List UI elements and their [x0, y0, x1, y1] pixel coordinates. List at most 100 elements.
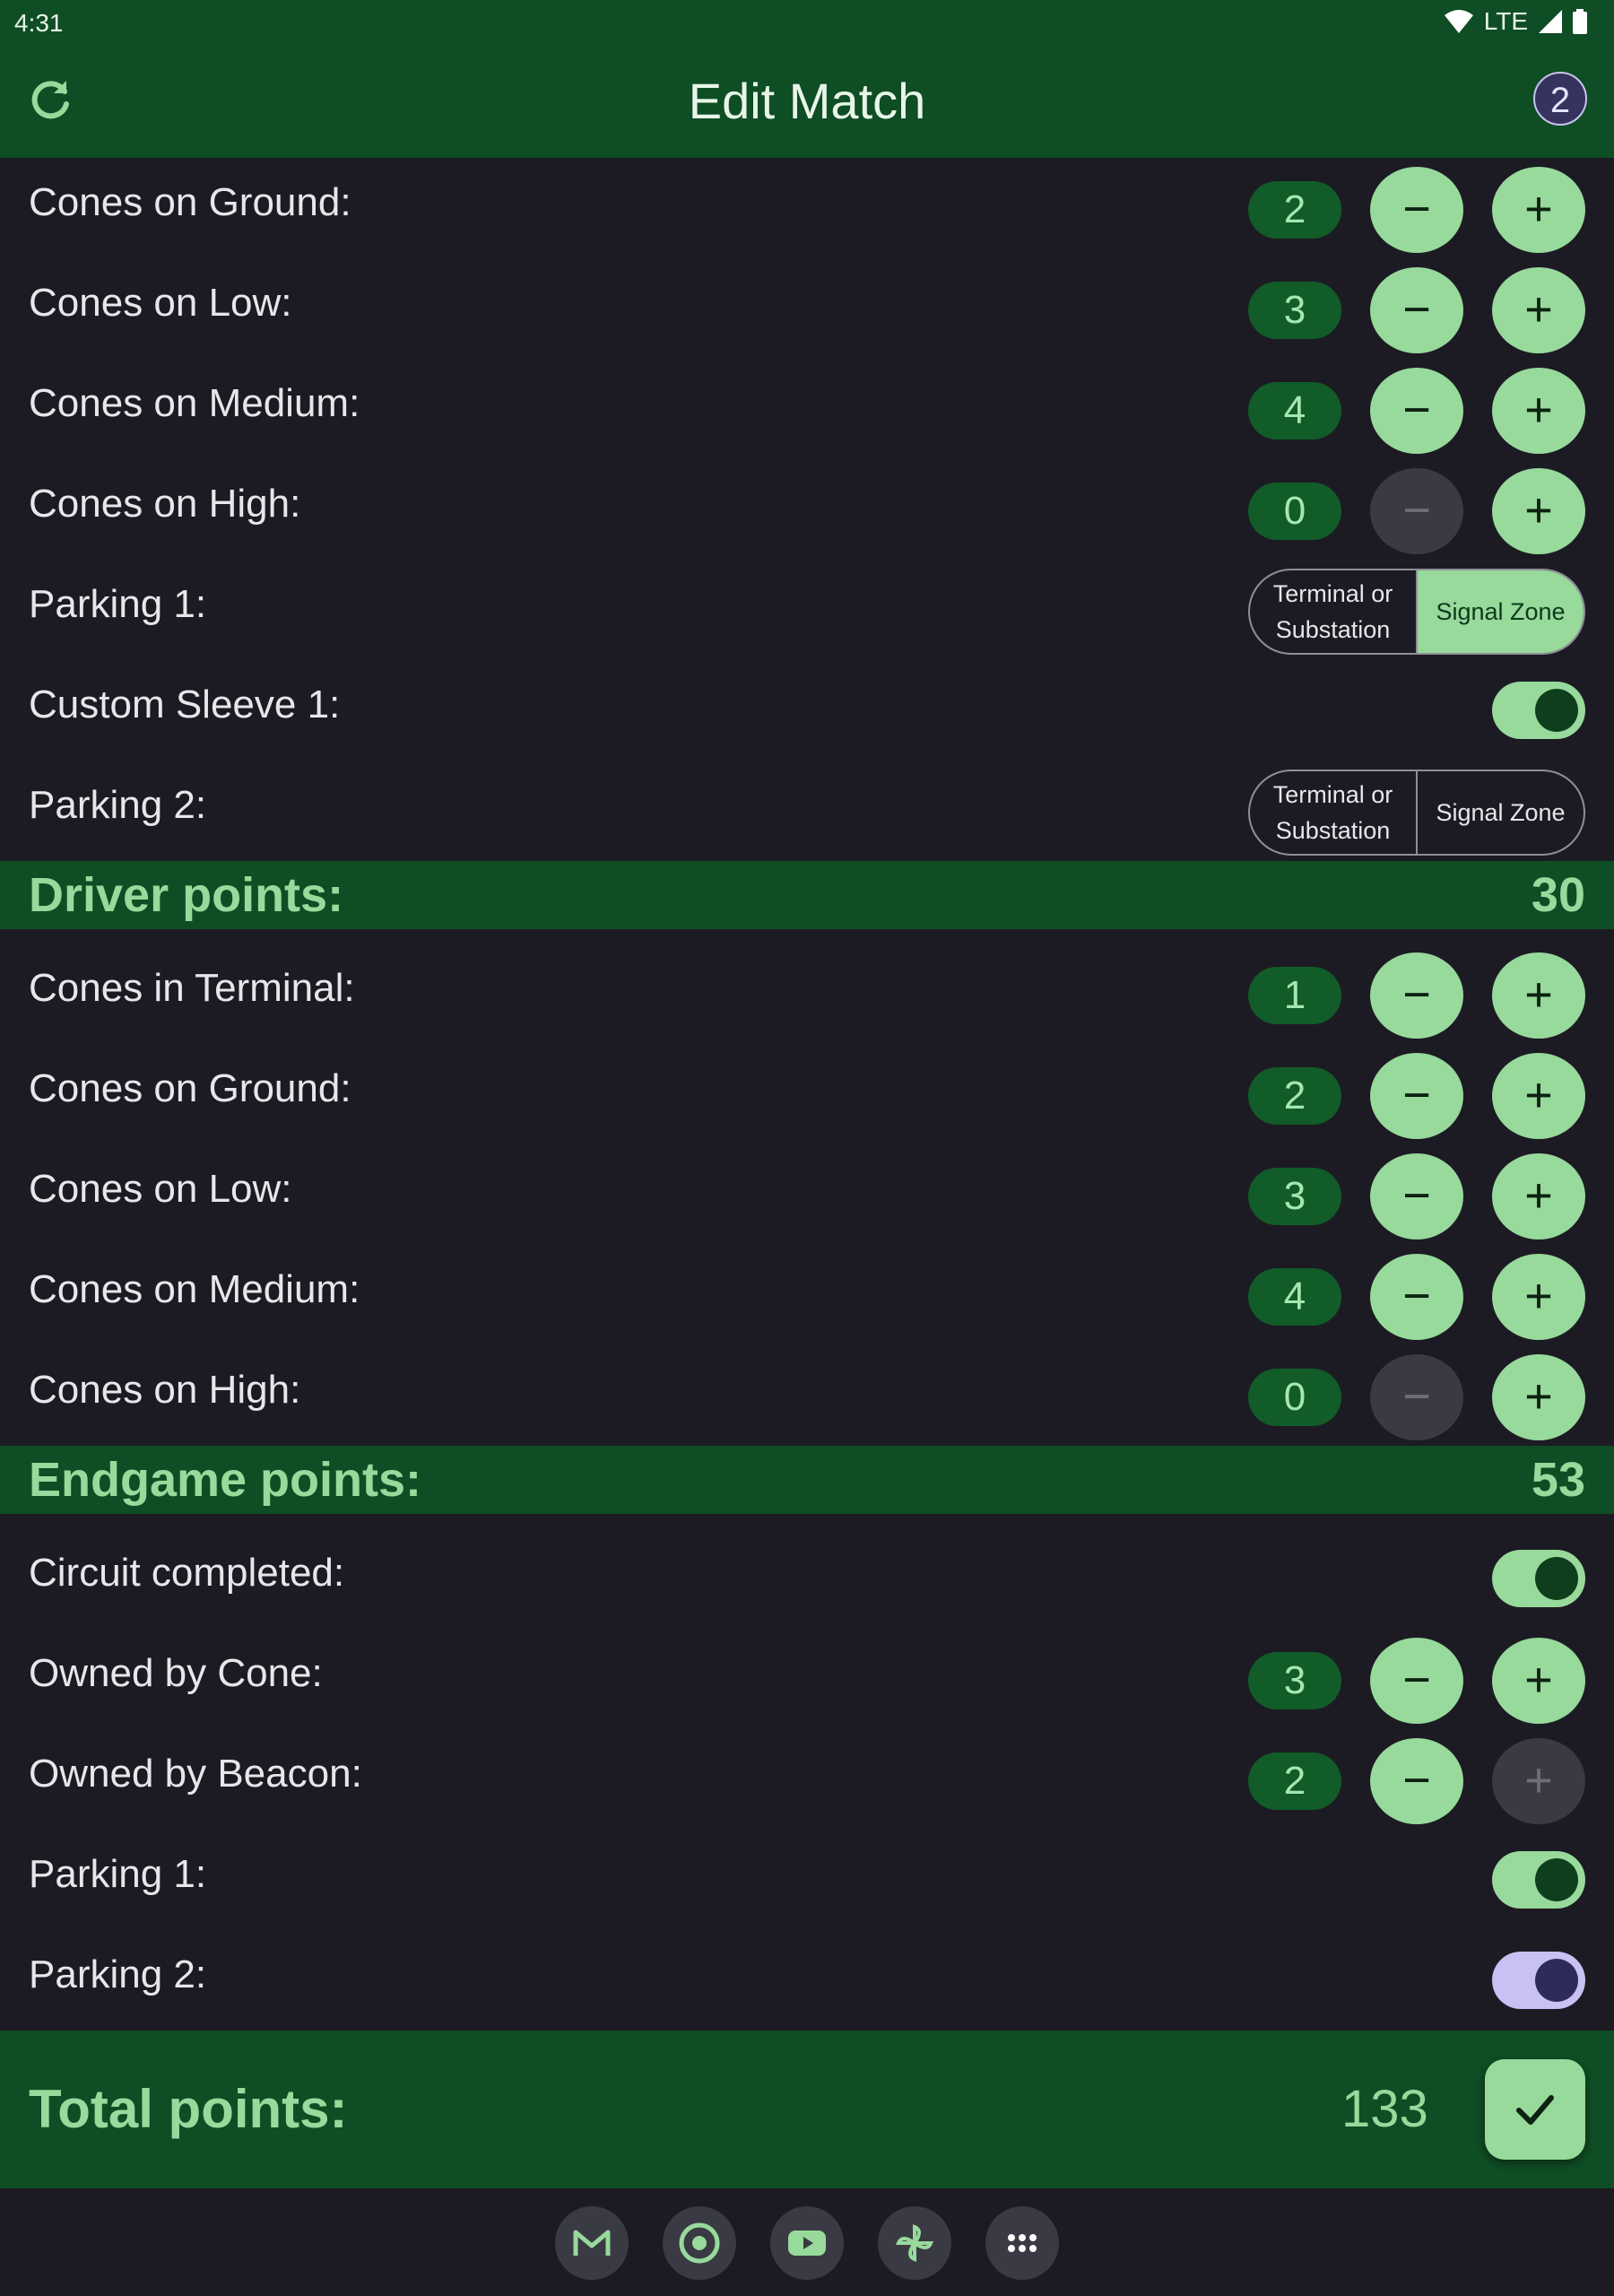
row-label: Owned by Beacon: [29, 1752, 362, 1796]
check-icon [1516, 2095, 1554, 2125]
counter-value: 4 [1248, 1268, 1341, 1326]
option-terminal-or-substation[interactable]: Terminal or Substation [1250, 570, 1416, 653]
endgame-parking-2-row: Parking 2: [0, 1925, 1614, 2025]
section-title: Driver points: [29, 868, 344, 922]
total-label: Total points: [29, 2079, 348, 2139]
counter-value: 2 [1248, 181, 1341, 239]
driver-points-header: Driver points: 30 [0, 861, 1614, 929]
counter-value: 3 [1248, 282, 1341, 339]
toggle-knob [1535, 1858, 1578, 1901]
row-label: Parking 2: [29, 783, 207, 827]
counter-row: Owned by Cone: 3 − + [0, 1623, 1614, 1724]
increment-button[interactable]: + [1492, 1153, 1585, 1239]
save-button[interactable] [1485, 2059, 1585, 2160]
counter-value: 2 [1248, 1752, 1341, 1810]
row-label: Owned by Cone: [29, 1651, 323, 1695]
network-label: LTE [1483, 7, 1528, 35]
decrement-button[interactable]: − [1370, 1738, 1463, 1824]
counter-row: Owned by Beacon: 2 − + [0, 1724, 1614, 1824]
increment-button[interactable]: + [1492, 1638, 1585, 1724]
parking-2-toggle[interactable] [1492, 1952, 1585, 2009]
custom-sleeve-toggle[interactable] [1492, 682, 1585, 739]
row-label: Cones on Medium: [29, 381, 360, 425]
toggle-knob [1535, 1959, 1578, 2002]
status-icons: LTE [1444, 7, 1587, 36]
counter-value: 1 [1248, 967, 1341, 1024]
decrement-button[interactable]: − [1370, 952, 1463, 1039]
option-terminal-or-substation[interactable]: Terminal or Substation [1250, 771, 1416, 854]
increment-button[interactable]: + [1492, 267, 1585, 353]
row-label: Parking 1: [29, 582, 207, 626]
wifi-icon [1444, 10, 1473, 33]
increment-button[interactable]: + [1492, 952, 1585, 1039]
increment-button[interactable]: + [1492, 1254, 1585, 1340]
increment-button[interactable]: + [1492, 1053, 1585, 1139]
counter-value: 0 [1248, 483, 1341, 540]
counter-value: 3 [1248, 1652, 1341, 1709]
row-label: Cones on Ground: [29, 1066, 351, 1110]
parking-2-segmented-control: Terminal or Substation Signal Zone [1248, 770, 1585, 856]
app-bar: Edit Match 2 [0, 45, 1614, 158]
section-value: 30 [1531, 868, 1585, 922]
decrement-button[interactable]: − [1370, 1153, 1463, 1239]
parking-1-toggle[interactable] [1492, 1851, 1585, 1909]
option-signal-zone[interactable]: Signal Zone [1416, 771, 1584, 854]
match-number-badge[interactable]: 2 [1533, 72, 1587, 126]
page-title: Edit Match [688, 73, 926, 129]
circuit-completed-row: Circuit completed: [0, 1523, 1614, 1623]
row-label: Cones in Terminal: [29, 966, 355, 1010]
circuit-completed-toggle[interactable] [1492, 1550, 1585, 1607]
option-signal-zone[interactable]: Signal Zone [1416, 570, 1584, 653]
total-value: 133 [1341, 2080, 1428, 2138]
counter-value: 3 [1248, 1168, 1341, 1225]
counter-row: Cones on Ground: 2 − + [0, 152, 1614, 253]
decrement-button[interactable]: − [1370, 468, 1463, 554]
increment-button[interactable]: + [1492, 167, 1585, 253]
endgame-points-header: Endgame points: 53 [0, 1446, 1614, 1514]
status-bar: 4:31 LTE [0, 0, 1614, 45]
total-points-bar: Total points: 133 [0, 2031, 1614, 2188]
chrome-icon[interactable] [663, 2206, 736, 2280]
app-drawer-icon[interactable] [985, 2206, 1059, 2280]
counter-row: Cones on Medium: 4 − + [0, 1239, 1614, 1340]
endgame-parking-1-row: Parking 1: [0, 1824, 1614, 1925]
battery-icon [1573, 9, 1587, 34]
increment-button[interactable]: + [1492, 468, 1585, 554]
section-value: 53 [1531, 1453, 1585, 1507]
system-dock [0, 2188, 1614, 2296]
row-label: Parking 2: [29, 1952, 207, 1996]
signal-icon [1539, 10, 1562, 33]
row-label: Cones on Low: [29, 281, 292, 325]
parking-1-segmented-control: Terminal or Substation Signal Zone [1248, 569, 1585, 655]
counter-row: Cones on High: 0 − + [0, 1340, 1614, 1440]
toggle-knob [1535, 689, 1578, 732]
gmail-icon[interactable] [555, 2206, 629, 2280]
counter-row: Cones on High: 0 − + [0, 454, 1614, 554]
counter-row: Cones on Low: 3 − + [0, 253, 1614, 353]
increment-button[interactable]: + [1492, 1738, 1585, 1824]
status-time: 4:31 [14, 9, 64, 37]
decrement-button[interactable]: − [1370, 1354, 1463, 1440]
increment-button[interactable]: + [1492, 1354, 1585, 1440]
youtube-icon[interactable] [770, 2206, 844, 2280]
custom-sleeve-row: Custom Sleeve 1: [0, 655, 1614, 755]
counter-value: 4 [1248, 382, 1341, 439]
decrement-button[interactable]: − [1370, 267, 1463, 353]
row-label: Custom Sleeve 1: [29, 683, 341, 726]
counter-row: Cones on Ground: 2 − + [0, 1039, 1614, 1139]
counter-row: Cones on Low: 3 − + [0, 1139, 1614, 1239]
parking-2-row: Parking 2: Terminal or Substation Signal… [0, 755, 1614, 856]
pinwheel-icon[interactable] [878, 2206, 951, 2280]
row-label: Cones on High: [29, 1368, 301, 1412]
toggle-knob [1535, 1557, 1578, 1600]
row-label: Cones on Ground: [29, 180, 351, 224]
decrement-button[interactable]: − [1370, 1053, 1463, 1139]
counter-value: 2 [1248, 1067, 1341, 1125]
increment-button[interactable]: + [1492, 368, 1585, 454]
counter-value: 0 [1248, 1369, 1341, 1426]
decrement-button[interactable]: − [1370, 1254, 1463, 1340]
row-label: Cones on Medium: [29, 1267, 360, 1311]
decrement-button[interactable]: − [1370, 167, 1463, 253]
decrement-button[interactable]: − [1370, 368, 1463, 454]
decrement-button[interactable]: − [1370, 1638, 1463, 1724]
